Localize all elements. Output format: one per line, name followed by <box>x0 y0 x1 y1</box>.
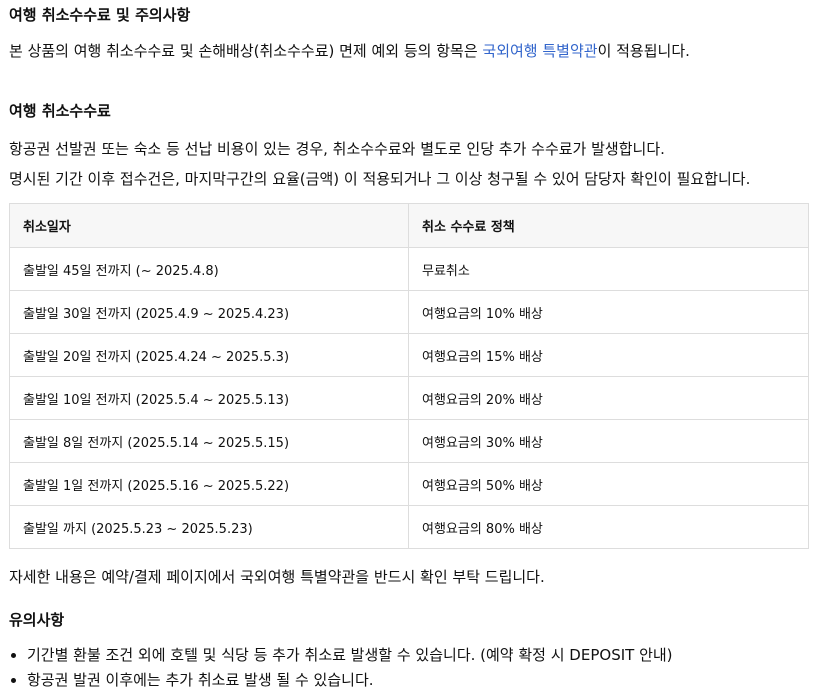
list-item: 기간별 환불 조건 외에 호텔 및 식당 등 추가 취소료 발생할 수 있습니다… <box>27 645 673 670</box>
late-request-note: 명시된 기간 이후 접수건은, 마지막구간의 요율(금액) 이 적용되거나 그 … <box>9 170 751 188</box>
heading-notes: 유의사항 <box>9 611 65 629</box>
cancel-date-cell: 출발일 45일 전까지 (~ 2025.4.8) <box>9 247 409 291</box>
cancel-date-cell: 출발일 8일 전까지 (2025.5.14 ~ 2025.5.15) <box>9 419 409 463</box>
cancel-date-cell: 출발일 1일 전까지 (2025.5.16 ~ 2025.5.22) <box>9 462 409 506</box>
fee-policy-cell: 여행요금의 15% 배상 <box>408 333 809 377</box>
heading-cancellation-fee: 여행 취소수수료 <box>9 102 111 120</box>
table-header-row: 취소일자 취소 수수료 정책 <box>9 203 809 248</box>
fee-policy-cell: 여행요금의 10% 배상 <box>408 290 809 334</box>
column-header-policy: 취소 수수료 정책 <box>408 203 809 248</box>
fee-policy-cell: 여행요금의 20% 배상 <box>408 376 809 420</box>
table-row: 출발일 10일 전까지 (2025.5.4 ~ 2025.5.13) 여행요금의… <box>9 376 809 420</box>
fee-policy-cell: 여행요금의 30% 배상 <box>408 419 809 463</box>
table-row: 출발일 30일 전까지 (2025.4.9 ~ 2025.4.23) 여행요금의… <box>9 290 809 334</box>
table-row: 출발일 20일 전까지 (2025.4.24 ~ 2025.5.3) 여행요금의… <box>9 333 809 377</box>
fee-policy-cell: 여행요금의 80% 배상 <box>408 505 809 549</box>
intro-before: 본 상품의 여행 취소수수료 및 손해배상(취소수수료) 면제 예외 등의 항목… <box>9 42 483 60</box>
intro-after: 이 적용됩니다. <box>597 42 690 60</box>
check-terms-note: 자세한 내용은 예약/결제 페이지에서 국외여행 특별약관을 반드시 확인 부탁… <box>9 568 545 586</box>
list-item: 항공권 발권 이후에는 추가 취소료 발생 될 수 있습니다. <box>27 670 673 695</box>
cancel-date-cell: 출발일 20일 전까지 (2025.4.24 ~ 2025.5.3) <box>9 333 409 377</box>
intro-text: 본 상품의 여행 취소수수료 및 손해배상(취소수수료) 면제 예외 등의 항목… <box>9 40 690 61</box>
table-row: 출발일 까지 (2025.5.23 ~ 2025.5.23) 여행요금의 80%… <box>9 505 809 549</box>
fee-policy-cell: 무료취소 <box>408 247 809 291</box>
heading-cancellation-and-notes: 여행 취소수수료 및 주의사항 <box>9 6 191 24</box>
notes-list: 기간별 환불 조건 외에 호텔 및 식당 등 추가 취소료 발생할 수 있습니다… <box>9 645 673 695</box>
cancellation-fee-table: 취소일자 취소 수수료 정책 출발일 45일 전까지 (~ 2025.4.8) … <box>9 203 809 549</box>
special-terms-link[interactable]: 국외여행 특별약관 <box>482 42 597 60</box>
cancel-date-cell: 출발일 까지 (2025.5.23 ~ 2025.5.23) <box>9 505 409 549</box>
prepaid-fee-note: 항공권 선발권 또는 숙소 등 선납 비용이 있는 경우, 취소수수료와 별도로… <box>9 140 665 158</box>
table-row: 출발일 1일 전까지 (2025.5.16 ~ 2025.5.22) 여행요금의… <box>9 462 809 506</box>
cancel-date-cell: 출발일 10일 전까지 (2025.5.4 ~ 2025.5.13) <box>9 376 409 420</box>
fee-policy-cell: 여행요금의 50% 배상 <box>408 462 809 506</box>
table-row: 출발일 45일 전까지 (~ 2025.4.8) 무료취소 <box>9 247 809 291</box>
column-header-date: 취소일자 <box>9 203 409 248</box>
cancel-date-cell: 출발일 30일 전까지 (2025.4.9 ~ 2025.4.23) <box>9 290 409 334</box>
table-row: 출발일 8일 전까지 (2025.5.14 ~ 2025.5.15) 여행요금의… <box>9 419 809 463</box>
